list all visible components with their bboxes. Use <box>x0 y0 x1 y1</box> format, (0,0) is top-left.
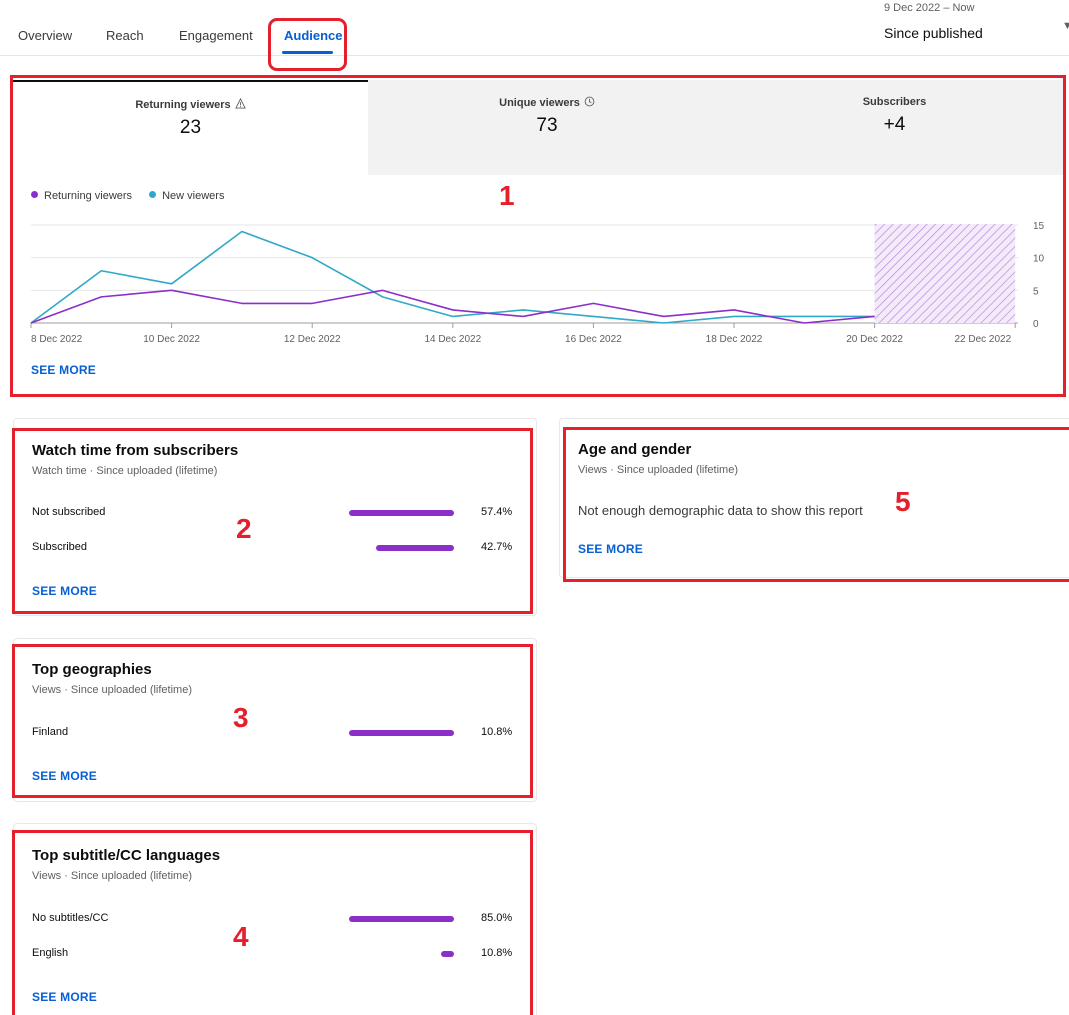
row-label: Finland <box>32 726 69 738</box>
x-tick-label: 20 Dec 2022 <box>846 334 903 345</box>
see-more-link[interactable]: SEE MORE <box>32 584 97 598</box>
row-percent: 10.8% <box>481 947 513 959</box>
tab-bar: Overview Reach Engagement Audience 9 Dec… <box>0 0 1069 56</box>
y-tick-label: 0 <box>1033 319 1039 330</box>
row-bar <box>440 951 454 957</box>
active-tab-indicator <box>282 51 333 54</box>
x-tick-label: 16 Dec 2022 <box>565 334 622 345</box>
see-more-link[interactable]: SEE MORE <box>32 769 97 783</box>
see-more-link[interactable]: SEE MORE <box>31 363 96 377</box>
card-title: Watch time from subscribers <box>32 442 239 459</box>
annotation-number-5: 5 <box>895 486 911 517</box>
annotation-number-1: 1 <box>499 180 515 211</box>
y-tick-label: 10 <box>1033 254 1045 265</box>
x-tick-label: 18 Dec 2022 <box>706 334 763 345</box>
audience-line-chart: 0 5 10 15 8 Dec 2022 10 Dec 2022 12 Dec 2022 14… <box>30 221 1045 345</box>
x-tick-label: 14 Dec 2022 <box>424 334 481 345</box>
row-label: No subtitles/CC <box>32 912 109 924</box>
row-bar <box>349 730 454 736</box>
see-more-link[interactable]: SEE MORE <box>32 990 97 1004</box>
audience-overview-card: Returning viewers 23 Unique viewers 73 S… <box>13 77 1063 395</box>
row-bar <box>375 545 454 551</box>
row-bar <box>349 510 454 516</box>
age-and-gender-card: Age and gender Views · Since uploaded (l… <box>559 418 1069 578</box>
tab-engagement[interactable]: Engagement <box>179 28 253 43</box>
date-range-picker[interactable]: Since published <box>884 25 983 41</box>
card-title: Age and gender <box>578 441 692 458</box>
row-bar <box>349 916 454 922</box>
y-tick-label: 15 <box>1033 221 1045 232</box>
top-geographies-card: Top geographies Views · Since uploaded (… <box>13 638 537 802</box>
x-tick-label: 12 Dec 2022 <box>284 334 341 345</box>
row-label: Not subscribed <box>32 506 106 518</box>
chevron-down-icon[interactable]: ▼ <box>1062 20 1069 32</box>
x-tick-label: 8 Dec 2022 <box>31 334 83 345</box>
date-range-text: 9 Dec 2022 – Now <box>884 3 975 13</box>
tab-reach[interactable]: Reach <box>106 28 144 43</box>
card-subtitle: Views · Since uploaded (lifetime) <box>32 870 192 882</box>
tab-audience[interactable]: Audience <box>284 28 343 43</box>
card-subtitle: Views · Since uploaded (lifetime) <box>578 464 738 476</box>
x-tick-label: 10 Dec 2022 <box>143 334 200 345</box>
audience-analytics-page: Overview Reach Engagement Audience 9 Dec… <box>0 0 1069 1015</box>
annotation-number-3: 3 <box>233 702 249 733</box>
row-percent: 57.4% <box>481 506 513 518</box>
annotation-number-4: 4 <box>233 921 249 952</box>
row-percent: 85.0% <box>481 912 513 924</box>
row-label: Subscribed <box>32 541 88 553</box>
row-percent: 42.7% <box>481 541 513 553</box>
x-tick-label: 22 Dec 2022 <box>954 334 1011 345</box>
card-title: Top subtitle/CC languages <box>32 847 221 864</box>
watch-time-subscribers-card: Watch time from subscribers Watch time ·… <box>13 418 537 616</box>
no-data-message: Not enough demographic data to show this… <box>578 503 863 518</box>
see-more-link[interactable]: SEE MORE <box>578 542 643 556</box>
row-label: English <box>32 947 69 959</box>
card-subtitle: Watch time · Since uploaded (lifetime) <box>32 465 218 477</box>
annotation-number-2: 2 <box>236 513 252 544</box>
y-tick-label: 5 <box>1033 286 1039 297</box>
incomplete-data-region <box>874 224 1016 323</box>
card-title: Top geographies <box>32 661 152 678</box>
card-subtitle: Views · Since uploaded (lifetime) <box>32 684 192 696</box>
row-percent: 10.8% <box>481 726 513 738</box>
top-subtitle-languages-card: Top subtitle/CC languages Views · Since … <box>13 823 537 1015</box>
tab-overview[interactable]: Overview <box>18 28 72 43</box>
returning-viewers-line <box>30 289 875 324</box>
